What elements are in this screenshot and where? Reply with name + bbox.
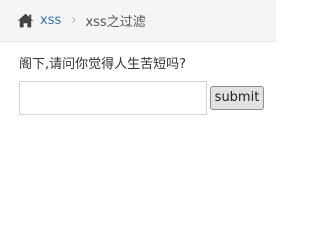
breadcrumb-link-xss[interactable]: xss bbox=[40, 13, 61, 28]
breadcrumb: xss › xss之过滤 bbox=[0, 0, 276, 42]
question-label: 阁下,请问你觉得人生苦短吗? bbox=[19, 57, 187, 72]
submit-button[interactable]: submit bbox=[210, 86, 264, 110]
breadcrumb-current: xss之过滤 bbox=[85, 15, 146, 30]
breadcrumb-separator: › bbox=[71, 13, 77, 28]
answer-input[interactable] bbox=[19, 81, 207, 115]
page: xss › xss之过滤 阁下,请问你觉得人生苦短吗? submit bbox=[0, 0, 276, 214]
home-icon[interactable] bbox=[16, 13, 34, 29]
